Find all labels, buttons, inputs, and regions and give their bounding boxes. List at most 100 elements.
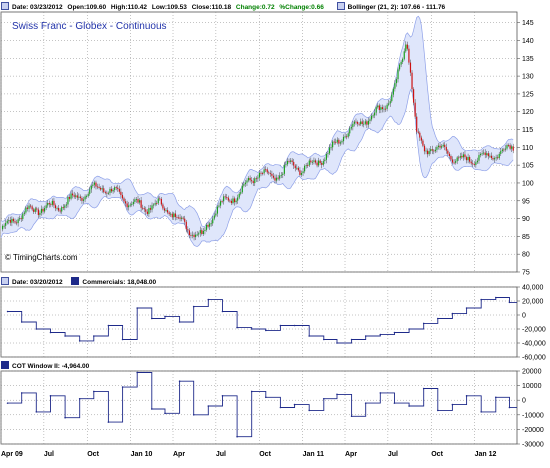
candle-body [447,150,449,154]
x-tick-label: Oct [431,451,443,458]
candle-body [349,128,351,134]
candle-body [201,230,203,234]
candle-body [478,155,480,161]
candle-body [381,107,384,110]
x-tick-label: Jan 10 [131,451,153,458]
candle-body [42,208,44,212]
candle-body [333,141,335,143]
candle-body [59,210,61,212]
y-tick-label: 125 [522,91,534,98]
candle-body [244,182,247,185]
candle-body [319,160,321,163]
candle-body [409,62,412,73]
candle-body [388,103,390,105]
y-tick-label: 0 [522,398,526,405]
candle-body [507,145,510,146]
candle-body [64,205,66,208]
candle-body [195,234,197,238]
candle-body [156,203,158,204]
candle-body [347,133,349,137]
candle-body [272,175,275,178]
candle-body [5,223,7,226]
candle-body [61,207,63,212]
commercials-panel [0,286,518,358]
candle-body [1,225,4,230]
candle-body [441,146,443,148]
candle-body [431,149,433,151]
candle-body [96,186,99,188]
candle-body [9,220,11,223]
candle-body [191,234,194,236]
candle-body [313,160,315,162]
candle-body [148,208,150,214]
candle-body [219,201,222,206]
candle-body [458,157,460,159]
candle-body [149,208,152,210]
candle-body [296,167,298,169]
candle-body [90,185,92,190]
candle-body [497,157,499,159]
y-tick-label: -20,000 [522,327,546,334]
candle-body [15,222,18,224]
candle-body [294,165,296,169]
candle-body [224,196,226,198]
candle-body [324,159,326,162]
candle-body [68,197,71,199]
y-tick-label: 40,000 [522,285,544,292]
candle-body [274,177,276,181]
candle-body [283,165,285,174]
candle-body [394,83,396,89]
candle-body [269,173,271,174]
y-tick-label: 115 [522,127,533,134]
candle-body [316,162,318,166]
candle-body [305,165,307,166]
candle-body [386,104,388,109]
candle-body [95,182,97,187]
candle-body [467,157,469,161]
candle-body [39,212,41,215]
candle-body [226,197,228,198]
candle-body [202,230,205,234]
candle-body [227,197,229,201]
candle-body [48,203,50,205]
candle-body [490,155,493,159]
chart-frame: Date: 03/23/2012 Open:109.60 High:110.42… [0,0,550,468]
candle-body [425,150,427,152]
candle-body [53,200,55,206]
candle-body [339,142,342,144]
candle-body [475,162,477,165]
candle-body [299,170,301,175]
candle-body [159,198,161,200]
candle-body [19,218,21,220]
candle-body [171,213,173,218]
x-tick-label: Jul [216,451,226,458]
candle-body [258,172,261,178]
candle-body [93,182,96,185]
candle-body [406,44,408,49]
candle-body [124,201,127,204]
candle-body [162,204,164,209]
y-tick-label: 85 [522,234,530,241]
candle-body [367,120,370,125]
candle-body [472,163,474,165]
candle-body [121,194,124,199]
candle-body [297,167,299,171]
x-tick-label: Jul [388,451,398,458]
candle-body [484,152,486,156]
candle-body [511,146,513,149]
candle-body [300,173,303,175]
candle-body [336,139,338,143]
candle-body [146,211,148,214]
candle-body [26,207,29,209]
candle-body [184,218,186,222]
candle-body [338,139,340,144]
chart-title: Swiss Franc - Globex - Continuous [12,21,167,32]
y-tick-label: 130 [522,74,534,81]
candle-body [503,149,505,151]
candle-body [120,191,122,195]
candle-body [207,224,209,227]
candle-body [361,121,363,125]
candle-body [277,177,279,179]
candle-body [498,153,500,159]
candle-body [439,145,441,148]
